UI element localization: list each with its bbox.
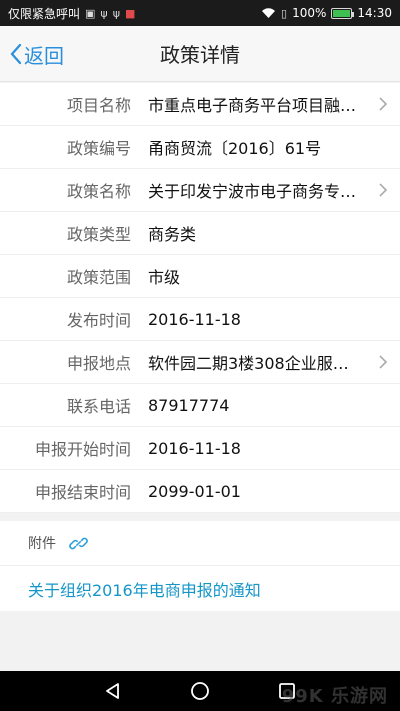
usb-debug-icon: ψ: [112, 6, 120, 20]
navigation-bar: 返回 政策详情: [0, 26, 400, 82]
detail-row: 政策编号 甬商贸流〔2016〕61号: [0, 126, 400, 169]
carrier-text: 仅限紧急呼叫: [8, 6, 81, 21]
detail-row: 政策范围 市级: [0, 255, 400, 298]
policy-detail-list: 项目名称 市重点电子商务平台项目融… 政策编号 甬商贸流〔2016〕61号 政策名称 关于…: [0, 83, 400, 513]
attachment-link-item[interactable]: 关于组织2016年电商申报的通知: [0, 566, 400, 611]
link-icon: [69, 537, 88, 549]
battery-saver-icon: ▯: [281, 6, 288, 20]
detail-value: 关于印发宁波市电子商务专…: [148, 182, 357, 201]
battery-fill: [333, 9, 351, 17]
back-button[interactable]: 返回: [10, 38, 64, 70]
usb-icon: ψ: [100, 6, 108, 20]
home-key[interactable]: [188, 679, 212, 703]
wifi-icon: [262, 8, 276, 18]
battery-icon: [331, 7, 355, 19]
detail-value: 商务类: [148, 225, 197, 244]
detail-label: 政策编号: [66, 139, 131, 158]
detail-label: 申报开始时间: [34, 440, 131, 459]
detail-value: 市级: [148, 268, 181, 287]
detail-row: 政策类型 商务类: [0, 212, 400, 255]
detail-label: 申报结束时间: [34, 483, 131, 502]
detail-row[interactable]: 申报地点 软件园二期3楼308企业服…: [0, 341, 400, 384]
detail-label: 政策类型: [66, 225, 131, 244]
status-bar: 仅限紧急呼叫 ▣ ψ ψ ■ ▯ 100% 14:30: [0, 0, 400, 26]
watermark-logo: 99K 乐游网: [281, 686, 388, 707]
detail-row: 申报结束时间 2099-01-01: [0, 470, 400, 513]
attachment-section: 附件 关于组织2016年电商申报的通知: [0, 521, 400, 611]
battery-percent: 100%: [292, 6, 327, 20]
screenshot-icon: ▣: [85, 6, 96, 20]
detail-label: 联系电话: [66, 397, 131, 416]
status-right: ▯ 100% 14:30: [261, 6, 392, 20]
chevron-right-icon: [379, 355, 388, 369]
chevron-left-icon: [10, 43, 22, 65]
detail-label: 申报地点: [66, 354, 131, 373]
detail-value: 2016-11-18: [148, 438, 241, 458]
attachment-label: 附件: [28, 536, 56, 552]
detail-row[interactable]: 项目名称 市重点电子商务平台项目融…: [0, 83, 400, 126]
notification-app-icon: ■: [124, 6, 136, 20]
chevron-right-icon: [379, 97, 388, 111]
chevron-right-icon: [379, 183, 388, 197]
back-key[interactable]: [101, 679, 125, 703]
attachment-header: 附件: [0, 521, 400, 566]
back-label: 返回: [24, 43, 64, 68]
detail-label: 项目名称: [66, 96, 131, 115]
detail-label: 发布时间: [66, 311, 131, 330]
detail-row[interactable]: 政策名称 关于印发宁波市电子商务专…: [0, 169, 400, 212]
detail-value: 软件园二期3楼308企业服…: [148, 354, 349, 373]
page-title: 政策详情: [160, 43, 240, 67]
detail-value: 2099-01-01: [148, 481, 241, 501]
triangle-back-icon: [106, 683, 120, 699]
detail-row: 联系电话 87917774: [0, 384, 400, 427]
circle-home-icon: [191, 682, 209, 700]
detail-value: 87917774: [148, 395, 230, 415]
status-left: 仅限紧急呼叫 ▣ ψ ψ ■: [8, 5, 135, 22]
detail-row: 发布时间 2016-11-18: [0, 298, 400, 341]
detail-label: 政策名称: [66, 182, 131, 201]
detail-row: 申报开始时间 2016-11-18: [0, 427, 400, 470]
clock: 14:30: [357, 6, 392, 20]
detail-value: 2016-11-18: [148, 309, 241, 329]
detail-value: 市重点电子商务平台项目融…: [148, 96, 357, 115]
detail-label: 政策范围: [66, 268, 131, 287]
detail-value: 甬商贸流〔2016〕61号: [148, 139, 322, 158]
